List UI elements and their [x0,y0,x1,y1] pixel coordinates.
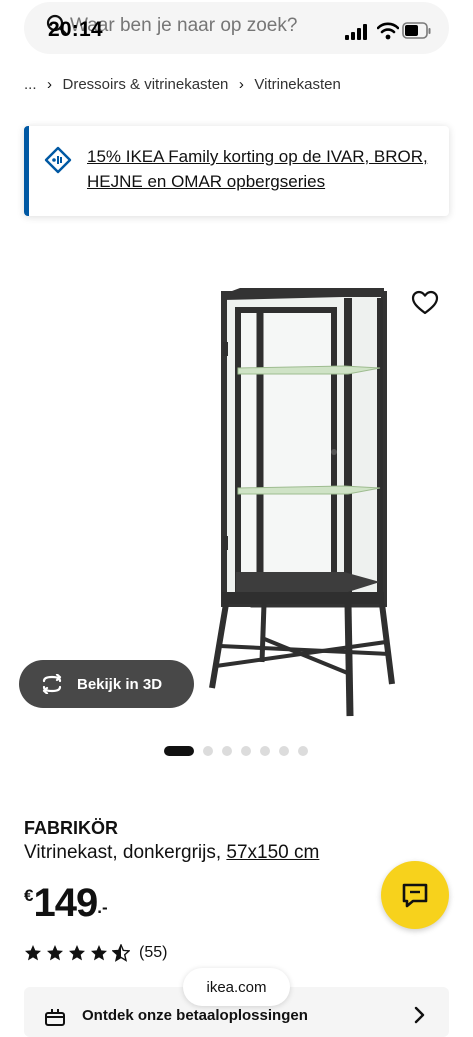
browser-url-pill[interactable]: ikea.com [183,968,290,1006]
review-count[interactable]: (55) [139,944,167,962]
product-type: Vitrinekast, donkergrijs, [24,842,227,863]
rotate-3d-icon [42,674,62,694]
promo-banner[interactable]: 15% IKEA Family korting op de IVAR, BROR… [24,126,449,216]
carousel-dots [164,746,308,756]
price-decimals: .- [97,898,108,917]
star-icon [69,945,85,961]
carousel-dot[interactable] [203,746,213,756]
product-description: Vitrinekast, donkergrijs, 57x150 cm [24,842,319,864]
carousel-dot-active[interactable] [164,746,194,756]
payment-icon [45,1009,65,1026]
chevron-right-icon: › [47,76,53,93]
breadcrumb-ellipsis[interactable]: ... [24,76,37,93]
promo-text[interactable]: 15% IKEA Family korting op de IVAR, BROR… [87,144,437,194]
product-price: € 149 .- [24,880,108,926]
payment-options-label: Ontdek onze betaaloplossingen [82,1007,308,1024]
product-name: FABRIKÖR [24,818,118,838]
chevron-right-icon [414,1006,425,1024]
search-input[interactable]: Waar ben je naar op zoek? [70,15,297,37]
carousel-dot[interactable] [222,746,232,756]
promo-accent-bar [24,126,29,216]
wifi-icon [377,22,399,40]
carousel-dot[interactable] [298,746,308,756]
heart-icon[interactable] [411,289,439,317]
star-half-icon [112,944,130,962]
tag-icon [44,146,72,174]
view-3d-button[interactable]: Bekijk in 3D [19,660,194,708]
breadcrumb: ... › Dressoirs & vitrinekasten › Vitrin… [24,76,341,93]
breadcrumb-item-dressoirs[interactable]: Dressoirs & vitrinekasten [63,76,229,93]
star-icon [91,945,107,961]
battery-icon [402,22,431,39]
view-3d-label: Bekijk in 3D [77,675,163,693]
signal-icon [345,24,367,40]
carousel-dot[interactable] [260,746,270,756]
carousel-dot[interactable] [241,746,251,756]
status-time: 20:14 [48,18,103,41]
chat-button[interactable] [381,861,449,929]
product-size-link[interactable]: 57x150 cm [226,842,319,863]
chevron-right-icon: › [238,76,244,93]
star-icon [25,945,41,961]
price-currency: € [24,886,34,905]
product-image [209,288,395,717]
rating-stars[interactable] [24,944,130,962]
star-icon [47,945,63,961]
carousel-dot[interactable] [279,746,289,756]
price-integer: 149 [33,881,98,925]
breadcrumb-item-vitrinekasten[interactable]: Vitrinekasten [254,76,340,93]
chat-icon [402,883,428,908]
